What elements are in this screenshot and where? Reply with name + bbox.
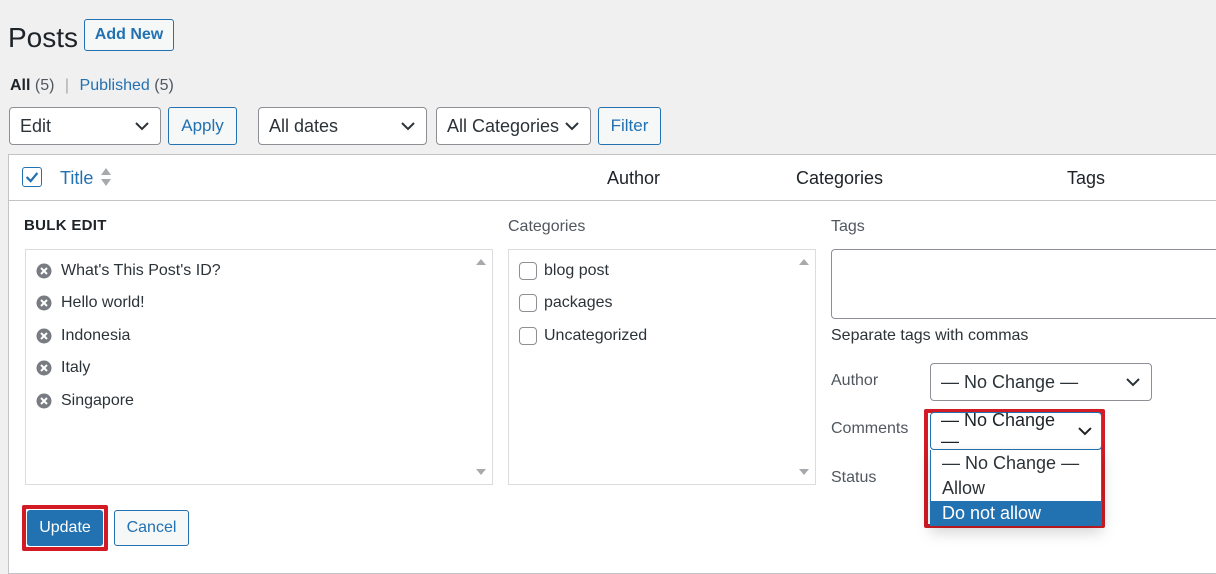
column-author: Author — [607, 168, 661, 188]
comments-dropdown-list: — No Change — Allow Do not allow — [930, 450, 1102, 526]
list-item: What's This Post's ID? — [36, 262, 221, 280]
tags-label: Tags — [831, 218, 865, 235]
list-item: Italy — [36, 359, 90, 377]
author-label: Author — [831, 372, 879, 389]
filter-published-link[interactable]: Published — [80, 77, 150, 94]
scroll-up-arrow[interactable] — [799, 259, 809, 265]
column-categories: Categories — [796, 168, 884, 188]
post-title: Hello world! — [61, 294, 145, 311]
tags-hint: Separate tags with commas — [831, 327, 1029, 344]
list-item: Hello world! — [36, 294, 145, 312]
post-title: Indonesia — [61, 327, 131, 344]
list-item: Singapore — [36, 392, 134, 410]
filter-separator: | — [64, 77, 70, 94]
bulk-posts-list[interactable]: What's This Post's ID? Hello world! Indo… — [25, 249, 493, 485]
tags-textarea[interactable] — [831, 249, 1216, 319]
post-title: Singapore — [61, 392, 134, 409]
chevron-down-icon — [401, 122, 415, 131]
checkmark-icon — [25, 172, 39, 183]
bulk-action-select[interactable]: Edit — [9, 107, 161, 145]
bulk-action-value: Edit — [20, 115, 52, 136]
comments-option-do-not-allow[interactable]: Do not allow — [931, 501, 1101, 525]
update-button[interactable]: Update — [27, 510, 103, 546]
chevron-down-icon — [1126, 378, 1140, 387]
sort-icon[interactable] — [100, 167, 112, 187]
comments-select[interactable]: — No Change — — [930, 410, 1102, 451]
remove-icon[interactable] — [36, 295, 52, 311]
page-title: Posts — [8, 22, 79, 53]
bulk-edit-heading: BULK EDIT — [24, 217, 107, 234]
remove-icon[interactable] — [36, 263, 52, 279]
comments-label: Comments — [831, 420, 909, 437]
remove-icon[interactable] — [36, 360, 52, 376]
category-checkbox[interactable] — [519, 262, 537, 280]
category-item[interactable]: packages — [519, 294, 613, 312]
filter-button[interactable]: Filter — [598, 107, 661, 145]
categories-checklist[interactable]: blog post packages Uncategorized — [508, 249, 816, 485]
post-title: What's This Post's ID? — [61, 262, 221, 279]
scroll-up-arrow[interactable] — [476, 259, 486, 265]
dates-filter-select[interactable]: All dates — [258, 107, 427, 145]
select-all-checkbox[interactable] — [22, 167, 42, 187]
status-filter-links: All (5) | Published (5) — [10, 76, 174, 96]
categories-label: Categories — [508, 218, 586, 235]
category-label: Uncategorized — [544, 327, 648, 344]
category-label: blog post — [544, 262, 609, 279]
category-item[interactable]: Uncategorized — [519, 327, 647, 345]
column-title[interactable]: Title — [60, 167, 93, 189]
category-checkbox[interactable] — [519, 327, 537, 345]
categories-filter-value: All Categories — [447, 115, 560, 136]
category-item[interactable]: blog post — [519, 262, 609, 280]
comments-select-value: — No Change — — [941, 410, 1056, 451]
apply-button[interactable]: Apply — [168, 107, 237, 145]
dates-filter-value: All dates — [269, 115, 339, 136]
post-title: Italy — [61, 359, 91, 376]
remove-icon[interactable] — [36, 328, 52, 344]
scroll-down-arrow[interactable] — [476, 469, 486, 475]
chevron-down-icon — [1078, 427, 1092, 436]
filter-published-count: (5) — [154, 77, 174, 94]
chevron-down-icon — [135, 122, 149, 131]
status-label: Status — [831, 469, 877, 486]
comments-option-no-change[interactable]: — No Change — — [931, 451, 1101, 475]
list-item: Indonesia — [36, 327, 130, 345]
categories-filter-select[interactable]: All Categories — [436, 107, 591, 145]
author-select[interactable]: — No Change — — [930, 363, 1152, 401]
author-select-value: — No Change — — [941, 371, 1079, 392]
category-checkbox[interactable] — [519, 294, 537, 312]
comments-option-allow[interactable]: Allow — [931, 476, 1101, 500]
category-label: packages — [544, 294, 613, 311]
add-new-button[interactable]: Add New — [84, 19, 174, 51]
cancel-button[interactable]: Cancel — [114, 510, 189, 546]
filter-all-label[interactable]: All — [10, 77, 30, 94]
column-tags: Tags — [1067, 168, 1106, 188]
chevron-down-icon — [565, 122, 579, 131]
scroll-down-arrow[interactable] — [799, 469, 809, 475]
remove-icon[interactable] — [36, 393, 52, 409]
filter-all-count: (5) — [34, 77, 55, 94]
